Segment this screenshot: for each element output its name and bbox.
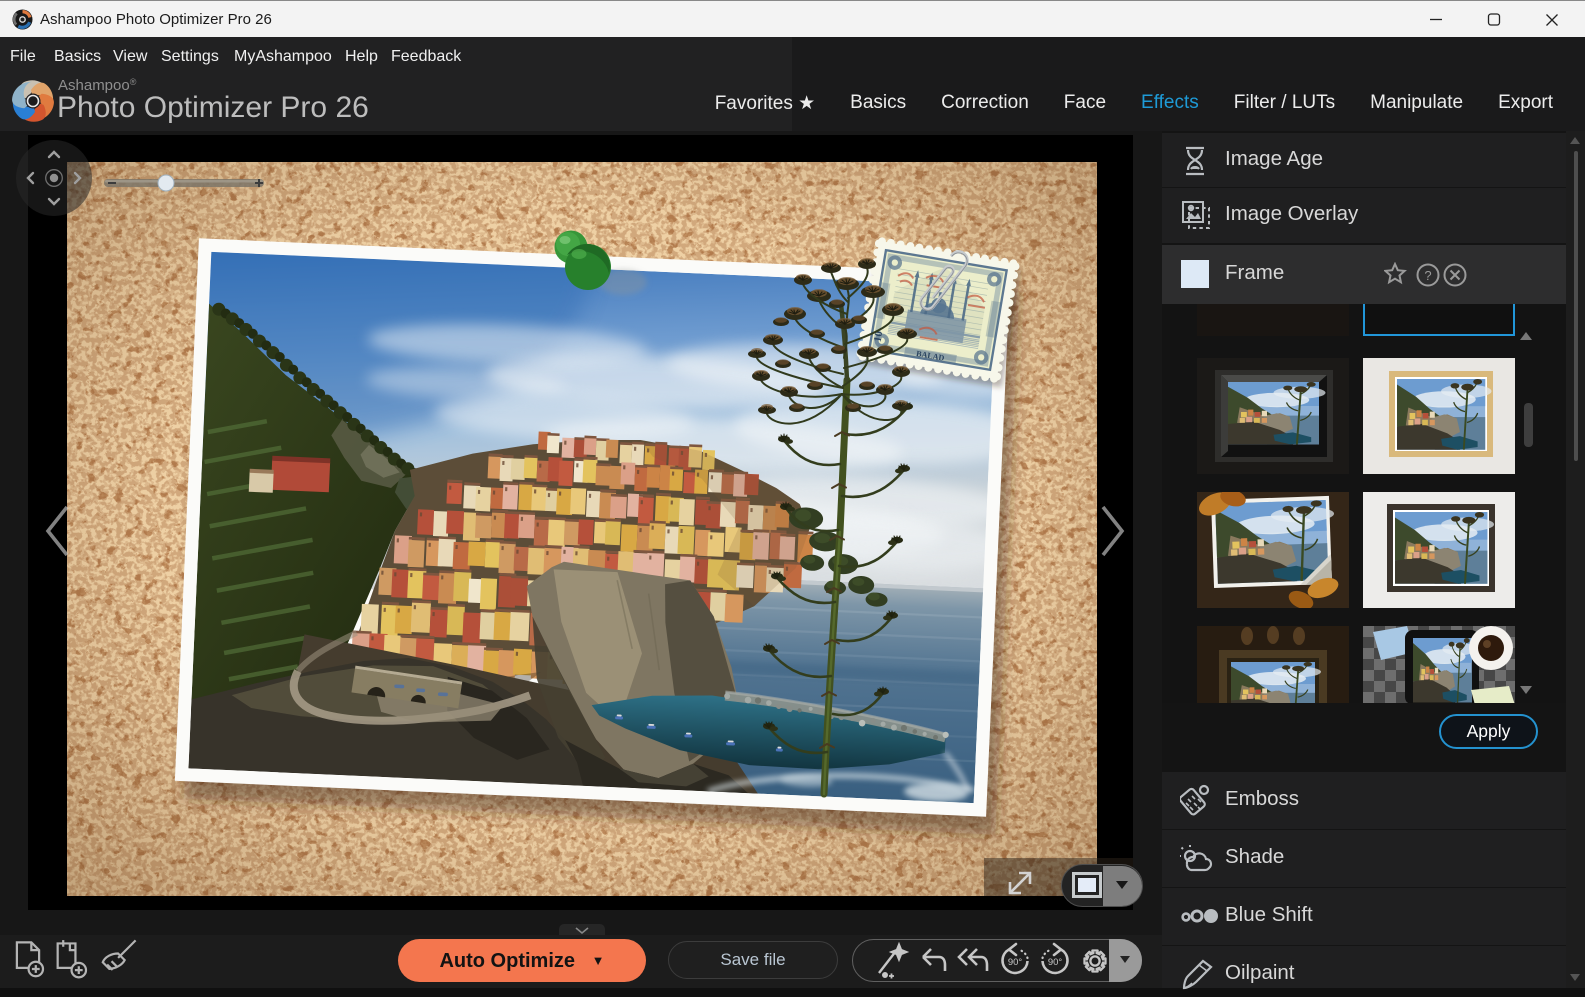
svg-text:?: ? [1424, 268, 1431, 283]
svg-text:90°: 90° [1008, 957, 1023, 968]
svg-text:90°: 90° [1048, 957, 1063, 968]
